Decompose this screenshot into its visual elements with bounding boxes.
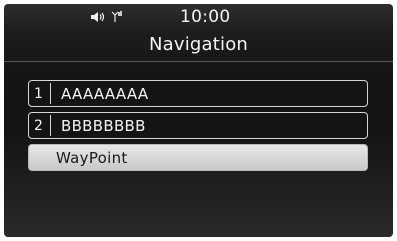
menu-item-label: AAAAAAAA bbox=[61, 84, 149, 103]
menu-item-separator bbox=[50, 115, 51, 136]
menu-item-1[interactable]: 1 AAAAAAAA bbox=[28, 80, 368, 107]
menu-item-number: 2 bbox=[34, 117, 43, 134]
menu-item-waypoint[interactable]: WayPoint bbox=[28, 144, 368, 171]
page-title: Navigation bbox=[148, 34, 249, 55]
speaker-icon bbox=[90, 11, 106, 23]
menu-item-number: 1 bbox=[34, 85, 43, 102]
status-icons bbox=[90, 10, 122, 24]
clock: 10:00 bbox=[180, 7, 231, 27]
head-unit-screen: 10:00 Navigation 1 AAAAAAAA 2 BBBBBBBB W… bbox=[4, 4, 393, 237]
menu-item-label: WayPoint bbox=[56, 148, 128, 167]
menu-list: 1 AAAAAAAA 2 BBBBBBBB WayPoint bbox=[28, 80, 368, 176]
menu-item-label: BBBBBBBB bbox=[61, 116, 146, 135]
menu-item-2[interactable]: 2 BBBBBBBB bbox=[28, 112, 368, 139]
antenna-icon bbox=[110, 11, 122, 23]
title-divider bbox=[4, 61, 393, 62]
status-bar: 10:00 bbox=[4, 4, 393, 30]
menu-item-separator bbox=[50, 83, 51, 104]
